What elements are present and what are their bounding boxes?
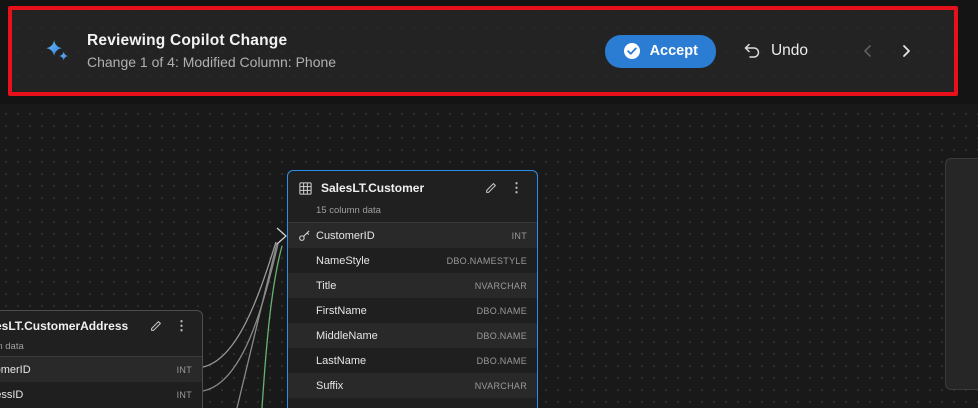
column-name: AddressID bbox=[0, 389, 177, 401]
table-title: SalesLT.CustomerAddress bbox=[0, 319, 141, 333]
table-card-customer-address[interactable]: SalesLT.CustomerAddress ⋮ column data Cu… bbox=[0, 310, 203, 408]
undo-arrow-icon bbox=[742, 41, 762, 61]
column-type: INT bbox=[512, 231, 527, 241]
column-name: FirstName bbox=[316, 305, 477, 317]
column-row[interactable]: NameStyle DBO.NAMESTYLE bbox=[288, 248, 537, 273]
column-name: NameStyle bbox=[316, 255, 447, 267]
kebab-menu-icon[interactable]: ⋮ bbox=[171, 316, 192, 336]
column-type: DBO.NAME bbox=[477, 306, 527, 316]
previous-change-button[interactable] bbox=[860, 43, 876, 59]
column-name: MiddleName bbox=[316, 330, 477, 342]
banner-text-block: Reviewing Copilot Change Change 1 of 4: … bbox=[87, 32, 336, 70]
undo-button[interactable]: Undo bbox=[742, 41, 808, 61]
column-name: CustomerID bbox=[0, 364, 177, 376]
column-row[interactable]: FirstName DBO.NAME bbox=[288, 298, 537, 323]
table-card-customer[interactable]: SalesLT.Customer ⋮ 15 column data Custom… bbox=[287, 170, 538, 408]
banner-title: Reviewing Copilot Change bbox=[87, 32, 336, 50]
column-row[interactable]: Suffix NVARCHAR bbox=[288, 373, 537, 398]
accept-button[interactable]: Accept bbox=[605, 35, 716, 68]
column-type: DBO.NAMESTYLE bbox=[447, 256, 527, 266]
relationship-line[interactable] bbox=[237, 243, 277, 408]
table-grid-icon bbox=[298, 181, 313, 196]
top-banner-strip: Reviewing Copilot Change Change 1 of 4: … bbox=[0, 0, 978, 104]
column-type: INT bbox=[177, 365, 192, 375]
relationship-arrowhead-icon bbox=[277, 228, 286, 244]
relationship-line[interactable] bbox=[203, 244, 278, 391]
column-type: NVARCHAR bbox=[475, 381, 527, 391]
relationship-line[interactable] bbox=[203, 242, 276, 367]
edit-pencil-icon[interactable] bbox=[480, 179, 502, 197]
column-type: DBO.NAME bbox=[477, 356, 527, 366]
column-name: LastName bbox=[316, 355, 477, 367]
column-row[interactable]: LastName DBO.NAME bbox=[288, 348, 537, 373]
column-type: INT bbox=[177, 390, 192, 400]
accept-button-label: Accept bbox=[650, 43, 698, 59]
column-list: CustomerID INT AddressID INT bbox=[0, 357, 202, 407]
column-count-label: 15 column data bbox=[288, 205, 537, 223]
copilot-review-banner: Reviewing Copilot Change Change 1 of 4: … bbox=[12, 10, 954, 92]
key-icon bbox=[298, 229, 316, 242]
table-card-header: SalesLT.CustomerAddress ⋮ bbox=[0, 311, 202, 341]
undo-button-label: Undo bbox=[771, 42, 808, 60]
database-diagram-canvas[interactable]: SalesLT.CustomerAddress ⋮ column data Cu… bbox=[0, 0, 978, 408]
column-list: CustomerID INT NameStyle DBO.NAMESTYLE T… bbox=[288, 223, 537, 398]
column-row[interactable]: AddressID INT bbox=[0, 382, 202, 407]
check-circle-icon bbox=[623, 42, 641, 60]
column-row[interactable]: CustomerID INT bbox=[288, 223, 537, 248]
column-name: CustomerID bbox=[316, 230, 512, 242]
column-row[interactable]: MiddleName DBO.NAME bbox=[288, 323, 537, 348]
banner-subtitle: Change 1 of 4: Modified Column: Phone bbox=[87, 54, 336, 70]
table-card-header: SalesLT.Customer ⋮ bbox=[288, 171, 537, 205]
column-count-label: column data bbox=[0, 341, 202, 357]
table-card-clipped-right[interactable] bbox=[945, 158, 978, 390]
column-name: Suffix bbox=[316, 380, 475, 392]
next-change-button[interactable] bbox=[898, 43, 914, 59]
chevron-right-icon bbox=[898, 43, 914, 59]
copilot-sparkle-icon bbox=[44, 38, 71, 65]
red-highlight-box: Reviewing Copilot Change Change 1 of 4: … bbox=[8, 6, 958, 96]
column-row[interactable]: CustomerID INT bbox=[0, 357, 202, 382]
column-name: Title bbox=[316, 280, 475, 292]
column-type: DBO.NAME bbox=[477, 331, 527, 341]
chevron-left-icon bbox=[860, 43, 876, 59]
kebab-menu-icon[interactable]: ⋮ bbox=[506, 178, 527, 198]
column-row[interactable]: Title NVARCHAR bbox=[288, 273, 537, 298]
column-type: NVARCHAR bbox=[475, 281, 527, 291]
edit-pencil-icon[interactable] bbox=[145, 317, 167, 335]
table-title: SalesLT.Customer bbox=[321, 181, 476, 195]
